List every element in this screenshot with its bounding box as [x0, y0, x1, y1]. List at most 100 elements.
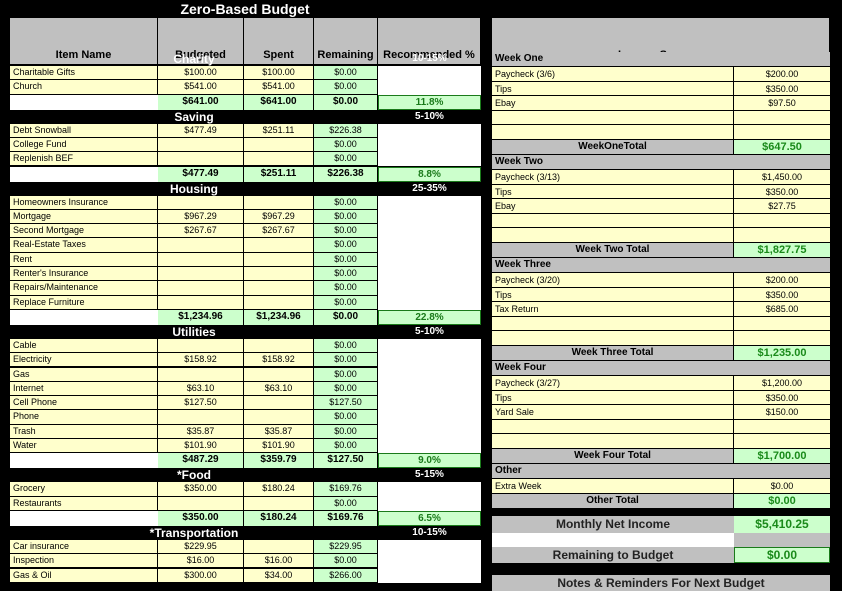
budgeted-cell[interactable]	[158, 281, 244, 296]
income-source-amount[interactable]	[734, 434, 830, 449]
budgeted-cell[interactable]: $267.67	[158, 224, 244, 239]
spent-cell[interactable]: $101.90	[244, 439, 314, 454]
income-source-name[interactable]: Ebay	[492, 96, 734, 111]
item-name-cell[interactable]: Debt Snowball	[10, 123, 158, 138]
income-source-name[interactable]: Tips	[492, 184, 734, 200]
income-source-amount[interactable]: $200.00	[734, 273, 830, 288]
item-name-cell[interactable]: Water	[10, 439, 158, 454]
spent-cell[interactable]	[244, 496, 314, 511]
spent-cell[interactable]: $251.11	[244, 123, 314, 138]
spent-cell[interactable]: $267.67	[244, 224, 314, 239]
income-source-name[interactable]	[492, 316, 734, 332]
income-source-amount[interactable]	[734, 125, 830, 140]
budgeted-cell[interactable]	[158, 267, 244, 282]
spent-cell[interactable]	[244, 539, 314, 555]
budgeted-cell[interactable]: $63.10	[158, 381, 244, 397]
item-name-cell[interactable]: Cell Phone	[10, 396, 158, 411]
budgeted-cell[interactable]: $350.00	[158, 482, 244, 497]
item-name-cell[interactable]: Rent	[10, 252, 158, 267]
item-name-cell[interactable]: College Fund	[10, 137, 158, 153]
income-source-amount[interactable]	[734, 213, 830, 229]
income-source-name[interactable]: Paycheck (3/20)	[492, 273, 734, 288]
income-source-amount[interactable]: $350.00	[734, 390, 830, 406]
income-source-amount[interactable]	[734, 419, 830, 435]
income-source-amount[interactable]: $350.00	[734, 184, 830, 200]
budgeted-cell[interactable]	[158, 338, 244, 354]
item-name-cell[interactable]: Gas & Oil	[10, 568, 158, 583]
income-source-name[interactable]: Paycheck (3/27)	[492, 376, 734, 391]
income-source-name[interactable]	[492, 110, 734, 126]
income-source-amount[interactable]	[734, 228, 830, 243]
item-name-cell[interactable]: Gas	[10, 367, 158, 382]
item-name-cell[interactable]: Inspection	[10, 554, 158, 569]
income-source-amount[interactable]: $150.00	[734, 405, 830, 420]
spent-cell[interactable]	[244, 281, 314, 296]
spent-cell[interactable]: $63.10	[244, 381, 314, 397]
spent-cell[interactable]	[244, 252, 314, 267]
spent-cell[interactable]	[244, 295, 314, 310]
item-name-cell[interactable]: Car insurance	[10, 539, 158, 555]
spent-cell[interactable]	[244, 367, 314, 382]
income-source-amount[interactable]: $1,200.00	[734, 376, 830, 391]
spent-cell[interactable]: $541.00	[244, 80, 314, 95]
budgeted-cell[interactable]	[158, 238, 244, 253]
income-source-amount[interactable]: $685.00	[734, 302, 830, 317]
item-name-cell[interactable]: Real-Estate Taxes	[10, 238, 158, 253]
item-name-cell[interactable]: Repairs/Maintenance	[10, 281, 158, 296]
spent-cell[interactable]: $16.00	[244, 554, 314, 569]
item-name-cell[interactable]: Church	[10, 80, 158, 95]
budgeted-cell[interactable]: $967.29	[158, 209, 244, 225]
budgeted-cell[interactable]: $541.00	[158, 80, 244, 95]
item-name-cell[interactable]: Cable	[10, 338, 158, 354]
income-source-name[interactable]: Tax Return	[492, 302, 734, 317]
income-source-name[interactable]	[492, 125, 734, 140]
item-name-cell[interactable]: Mortgage	[10, 209, 158, 225]
item-name-cell[interactable]: Restaurants	[10, 496, 158, 511]
spent-cell[interactable]: $35.87	[244, 424, 314, 439]
income-source-name[interactable]: Yard Sale	[492, 405, 734, 420]
income-source-name[interactable]	[492, 419, 734, 435]
income-source-amount[interactable]: $27.75	[734, 199, 830, 214]
item-name-cell[interactable]: Charitable Gifts	[10, 66, 158, 81]
income-source-name[interactable]	[492, 213, 734, 229]
budgeted-cell[interactable]	[158, 367, 244, 382]
income-source-name[interactable]: Ebay	[492, 199, 734, 214]
budgeted-cell[interactable]: $16.00	[158, 554, 244, 569]
spent-cell[interactable]	[244, 137, 314, 153]
item-name-cell[interactable]: Internet	[10, 381, 158, 397]
budgeted-cell[interactable]	[158, 410, 244, 425]
budgeted-cell[interactable]: $35.87	[158, 424, 244, 439]
income-source-amount[interactable]	[734, 331, 830, 346]
income-source-name[interactable]: Extra Week	[492, 479, 734, 494]
budgeted-cell[interactable]: $477.49	[158, 123, 244, 138]
income-source-amount[interactable]: $350.00	[734, 81, 830, 97]
item-name-cell[interactable]: Replace Furniture	[10, 295, 158, 310]
income-source-amount[interactable]	[734, 316, 830, 332]
item-name-cell[interactable]: Replenish BEF	[10, 152, 158, 167]
item-name-cell[interactable]: Homeowners Insurance	[10, 195, 158, 210]
income-source-name[interactable]: Paycheck (3/13)	[492, 170, 734, 185]
spent-cell[interactable]: $100.00	[244, 66, 314, 81]
income-source-amount[interactable]	[734, 110, 830, 126]
spent-cell[interactable]	[244, 195, 314, 210]
item-name-cell[interactable]: Grocery	[10, 482, 158, 497]
spent-cell[interactable]: $34.00	[244, 568, 314, 583]
budgeted-cell[interactable]: $127.50	[158, 396, 244, 411]
income-source-name[interactable]: Paycheck (3/6)	[492, 67, 734, 82]
budgeted-cell[interactable]	[158, 295, 244, 310]
item-name-cell[interactable]: Second Mortgage	[10, 224, 158, 239]
budgeted-cell[interactable]: $158.92	[158, 353, 244, 368]
item-name-cell[interactable]: Renter's Insurance	[10, 267, 158, 282]
budgeted-cell[interactable]	[158, 195, 244, 210]
income-source-name[interactable]: Tips	[492, 81, 734, 97]
spent-cell[interactable]	[244, 238, 314, 253]
spent-cell[interactable]: $967.29	[244, 209, 314, 225]
budgeted-cell[interactable]: $229.95	[158, 539, 244, 555]
spent-cell[interactable]	[244, 267, 314, 282]
income-source-name[interactable]	[492, 228, 734, 243]
income-source-name[interactable]: Tips	[492, 390, 734, 406]
income-source-name[interactable]	[492, 331, 734, 346]
income-source-amount[interactable]: $1,450.00	[734, 170, 830, 185]
spent-cell[interactable]: $158.92	[244, 353, 314, 368]
budgeted-cell[interactable]	[158, 252, 244, 267]
